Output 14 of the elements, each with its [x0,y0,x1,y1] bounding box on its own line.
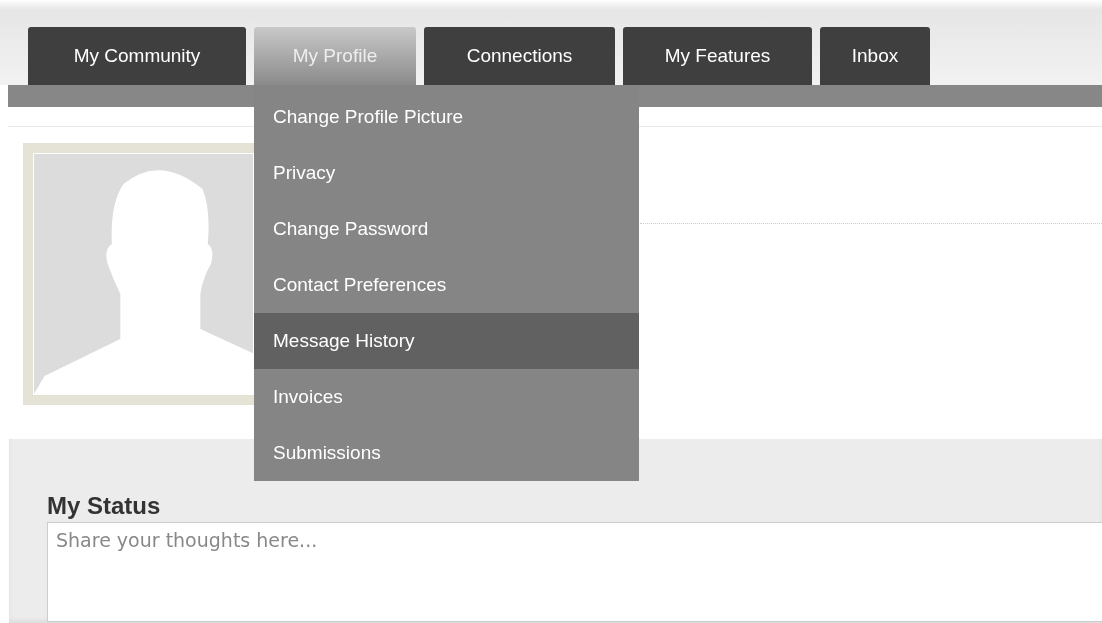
nav-tab[interactable]: My Community [28,27,246,85]
menu-item[interactable]: Message History [254,313,639,369]
menu-item[interactable]: Change Password [254,201,639,257]
section-heading: My Status [47,492,162,521]
status-input-field[interactable]: Share your thoughts here... [47,522,1102,622]
nav-tab[interactable]: My Features [623,27,812,85]
menu-item[interactable]: Change Profile Picture [254,85,639,145]
nav-tab[interactable]: My Profile [254,27,416,85]
nav-tab[interactable]: Inbox [820,27,930,85]
menu-item[interactable]: Invoices [254,369,639,425]
nav-tab[interactable]: Connections [424,27,615,85]
menu-item[interactable]: Contact Preferences [254,257,639,313]
menu-item[interactable]: Submissions [254,425,639,481]
menu-item[interactable]: Privacy [254,145,639,201]
